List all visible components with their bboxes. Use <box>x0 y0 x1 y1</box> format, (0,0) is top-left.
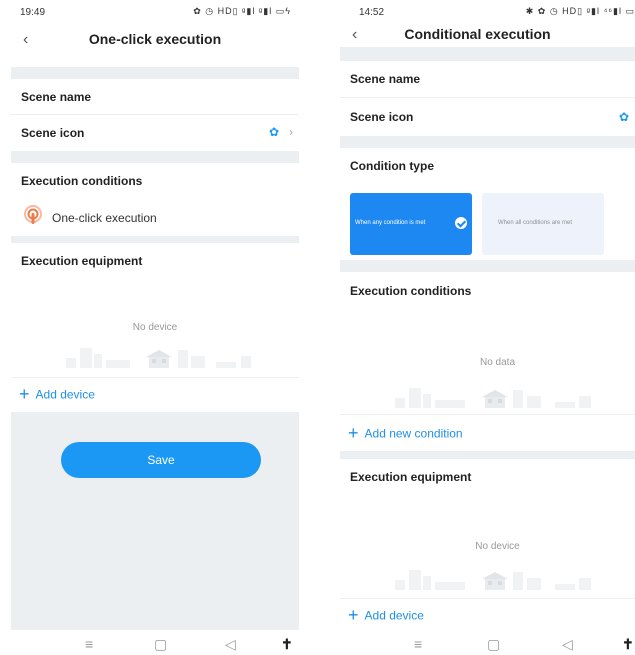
execution-conditions-header: Execution conditions <box>11 163 299 199</box>
plus-icon: + <box>348 605 359 625</box>
back-nav-icon[interactable]: ◁ <box>225 636 236 653</box>
status-icons: ✿ ◷ HD▯ ᵍ▮l ᵍ▮l ▭ϟ <box>193 6 291 16</box>
chevron-right-icon: › <box>289 125 293 139</box>
scene-name-label: Scene name <box>350 72 421 86</box>
add-device-label: Add device <box>35 387 95 402</box>
title-bar: ‹ One-click execution <box>11 25 299 65</box>
condition-any-label: When any condition is met <box>355 220 426 226</box>
menu-icon[interactable]: ≡ <box>85 636 93 652</box>
page-title: One-click execution <box>88 31 222 47</box>
scene-icon-row[interactable]: Scene icon ✿ <box>340 99 635 135</box>
scene-name-row[interactable]: Scene name <box>340 61 635 97</box>
navigation-bar: ≡ ▢ ◁ ✝ <box>11 630 299 655</box>
add-device-button[interactable]: + Add device <box>19 384 95 406</box>
add-device-button[interactable]: + Add device <box>348 605 424 627</box>
one-click-execution-screen: 19:49 ✿ ◷ HD▯ ᵍ▮l ᵍ▮l ▭ϟ ‹ One-click exe… <box>11 0 299 655</box>
status-time: 19:49 <box>20 7 46 18</box>
house-icon <box>146 350 172 368</box>
condition-item-label[interactable]: One-click execution <box>52 211 157 225</box>
home-icon[interactable]: ▢ <box>487 636 500 653</box>
empty-conditions-illustration <box>395 382 595 408</box>
section-gap <box>340 260 635 272</box>
status-icons: ✱ ✿ ◷ HD▯ ᵍ▮l ⁴⁶▮l ▭ <box>525 6 635 16</box>
condition-all-label: When all conditions are met <box>498 220 573 226</box>
execution-conditions-header: Execution conditions <box>340 273 635 309</box>
home-icon[interactable]: ▢ <box>154 636 167 653</box>
one-click-touch-icon <box>24 205 42 224</box>
add-device-label: Add device <box>364 608 424 623</box>
section-gap <box>11 67 299 79</box>
house-icon <box>482 572 508 590</box>
page-title: Conditional execution <box>404 26 551 42</box>
check-icon <box>455 217 467 229</box>
section-gap <box>11 151 299 163</box>
conditional-execution-screen: 14:52 ✱ ✿ ◷ HD▯ ᵍ▮l ⁴⁶▮l ▭ ‹ Conditional… <box>340 0 635 655</box>
divider <box>340 97 635 98</box>
status-time: 14:52 <box>359 7 385 18</box>
house-icon <box>482 390 508 408</box>
empty-equipment-illustration <box>395 564 595 590</box>
accessibility-icon[interactable]: ✝ <box>622 636 634 653</box>
scene-name-row[interactable]: Scene name <box>11 79 299 115</box>
menu-icon[interactable]: ≡ <box>414 636 422 652</box>
scene-icon-row[interactable]: Scene icon ✿ › <box>11 115 299 151</box>
empty-state-text: No device <box>132 322 178 333</box>
status-bar: 14:52 ✱ ✿ ◷ HD▯ ᵍ▮l ⁴⁶▮l ▭ <box>340 0 635 22</box>
condition-type-label: Condition type <box>350 159 434 173</box>
status-bar: 19:49 ✿ ◷ HD▯ ᵍ▮l ᵍ▮l ▭ϟ <box>11 0 299 22</box>
empty-equipment-text: No device <box>475 541 520 552</box>
execution-equipment-header: Execution equipment <box>340 459 635 495</box>
add-condition-label: Add new condition <box>364 426 463 441</box>
divider <box>340 598 635 599</box>
scene-gear-icon: ✿ <box>618 110 629 124</box>
section-gap <box>340 47 635 61</box>
back-nav-icon[interactable]: ◁ <box>562 636 573 653</box>
condition-all-option[interactable]: When all conditions are met <box>482 193 604 255</box>
empty-state-illustration <box>66 342 256 368</box>
scene-name-label: Scene name <box>21 90 92 104</box>
execution-conditions-label: Execution conditions <box>350 284 472 298</box>
save-area: Save <box>11 412 299 630</box>
accessibility-icon[interactable]: ✝ <box>281 636 293 653</box>
navigation-bar: ≡ ▢ ◁ ✝ <box>340 630 635 655</box>
plus-icon: + <box>19 384 30 404</box>
empty-conditions-text: No data <box>479 357 516 368</box>
condition-type-header: Condition type <box>340 148 635 184</box>
add-condition-button[interactable]: + Add new condition <box>348 423 463 445</box>
execution-equipment-header: Execution equipment <box>11 243 299 279</box>
execution-equipment-label: Execution equipment <box>21 254 143 268</box>
scene-gear-icon: ✿ <box>268 125 279 139</box>
divider <box>11 377 299 378</box>
execution-conditions-label: Execution conditions <box>21 174 143 188</box>
section-gap <box>340 136 635 148</box>
condition-any-option[interactable]: When any condition is met <box>350 193 472 255</box>
plus-icon: + <box>348 423 359 443</box>
scene-icon-label: Scene icon <box>21 126 85 140</box>
execution-equipment-label: Execution equipment <box>350 470 472 484</box>
divider <box>340 414 635 415</box>
scene-icon-label: Scene icon <box>350 110 414 124</box>
save-button[interactable]: Save <box>61 442 261 478</box>
